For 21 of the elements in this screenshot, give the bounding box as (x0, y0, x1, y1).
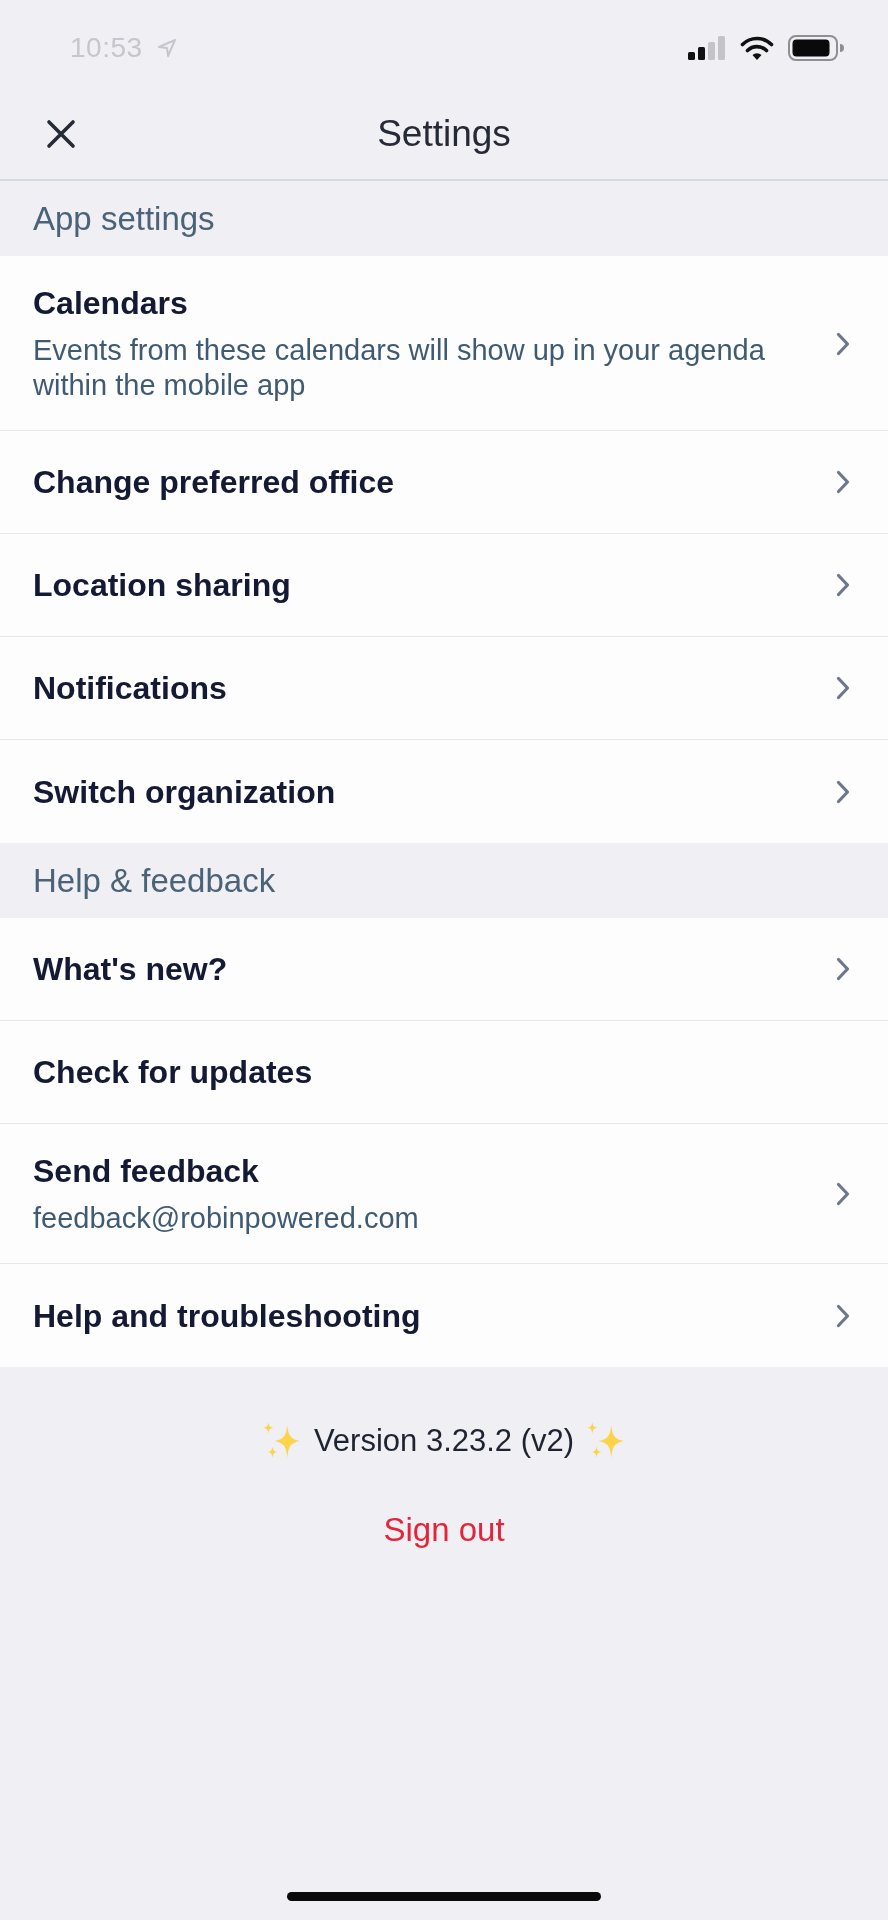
row-title: Check for updates (33, 1053, 314, 1091)
signal-icon (688, 36, 726, 60)
row-title: Notifications (33, 669, 228, 707)
row-title: What's new? (33, 950, 229, 988)
section-header: App settings (32, 198, 216, 239)
row-title: Location sharing (33, 566, 292, 604)
sign-out-button[interactable]: Sign out (383, 1511, 505, 1549)
battery-icon (788, 35, 844, 61)
row-title: Help and troubleshooting (33, 1296, 422, 1335)
row-title: Change preferred office (33, 463, 395, 501)
row-subtitle: Events from these calendars will show up in your agenda within the mobile app (33, 333, 766, 403)
row-title: Switch organization (33, 772, 337, 811)
version-label: Version 3.23.2 (v2) (313, 1423, 575, 1459)
location-arrow-icon (156, 38, 177, 58)
row-title: Send feedback (33, 1152, 260, 1190)
close-icon (46, 118, 76, 149)
screen-title: Settings (377, 112, 511, 155)
wifi-icon (740, 35, 774, 61)
section-header: Help & feedback (32, 860, 277, 901)
row-title: Calendars (33, 284, 189, 322)
row-subtitle: feedback@robinpowered.com (33, 1201, 420, 1236)
